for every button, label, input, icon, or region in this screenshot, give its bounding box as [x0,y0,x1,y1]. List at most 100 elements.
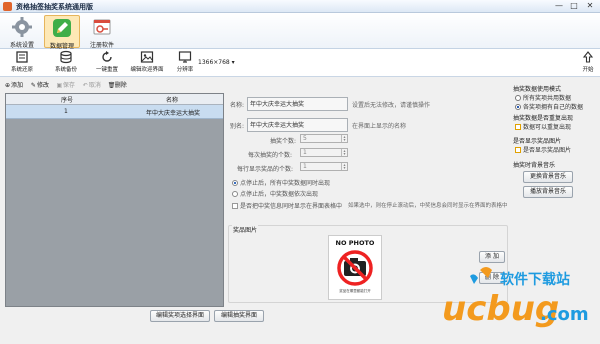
edit-welcome-button[interactable]: 编辑欢迎界面 [127,50,167,76]
add-icon: ⊕ [4,82,11,89]
show-in-table-checkbox[interactable]: 是否把中奖信息同时显示在界面表格中 [232,201,342,210]
app-icon [3,2,12,11]
each-draw-stepper[interactable]: 1 ▴ ▾ [300,148,348,157]
radio-label: 点停止后，所有中奖数据同时出现 [240,180,331,187]
toolbar: 系统还原 系统备份 一键重置 编辑欢迎界面 分辨率 1366×768 ▾ 开始 [0,49,600,77]
button-label: 开始 [582,67,594,73]
restore-icon [15,50,29,64]
radio-all-at-once[interactable]: 点停止后，所有中奖数据同时出现 [232,178,330,187]
close-button[interactable]: ✕ [583,1,597,11]
alias-hint: 在界面上显示的名称 [352,123,407,130]
stepper-arrows-icon: ▴ ▾ [341,149,347,156]
edit-action[interactable]: ✎修改 [30,80,49,89]
edit-draw-screen-button[interactable]: 编辑抽奖界面 [214,310,264,322]
delete-label: 删除 [114,82,127,89]
add-action[interactable]: ⊕添加 [4,80,23,89]
system-backup-button[interactable]: 系统备份 [48,50,84,76]
save-icon: ▣ [56,82,63,89]
stepper-arrows-icon: ▴ ▾ [341,135,347,142]
button-label: 系统备份 [54,67,77,73]
resolution-select[interactable]: 1366×768 ▾ [198,59,235,66]
tab-data-management[interactable]: 数据管理 [44,15,80,50]
each-draw-label: 每次抽奖的个数: [248,152,293,159]
cancel-action[interactable]: ↶取消 [82,80,101,89]
display-each-stepper[interactable]: 1 ▴ ▾ [300,162,348,171]
action-bar: ⊕添加 ✎修改 ▣保存 ↶取消 🗑删除 [4,80,132,90]
music-title: 抽奖时背景音乐 [513,162,556,169]
checkbox-box [232,203,238,209]
pencil-icon [51,17,73,39]
edit-icon: ✎ [30,82,36,89]
column-header-name[interactable]: 名称 [166,95,178,104]
alias-label: 别名: [230,123,245,130]
change-music-button[interactable]: 更换背景音乐 [523,171,573,183]
ucbug-watermark: ucbug .com 软件下载站 [430,262,600,342]
play-music-button[interactable]: 播放背景音乐 [523,186,573,198]
undo-icon: ↶ [82,82,88,89]
tab-label: 系统设置 [9,42,34,49]
resolution-button[interactable]: 分辨率 [172,50,198,76]
brand-tld: .com [540,304,589,325]
prize-photo[interactable]: NO PHOTO 奖品在哪里都能打开 [328,235,382,300]
minimize-button[interactable]: — [552,1,566,11]
checkbox-box [515,124,521,130]
radio-dot [232,180,238,186]
radio-dot [232,191,238,197]
mode-title: 抽奖数据使用模式 [513,86,562,93]
radio-one-by-one[interactable]: 点停止后，中奖数据依次出现 [232,189,318,198]
name-label: 名称: [230,102,245,109]
cell-index: 1 [64,108,68,115]
show-photo-checkbox[interactable]: 是否显示奖品图片 [515,145,571,154]
stepper-value: 5 [303,135,307,142]
cell-name: 年中大庆幸运大抽奖 [146,110,201,117]
ribbon: 系统设置 数据管理 注册软件 [0,13,600,50]
repeat-title: 抽奖数据是否重复出现 [513,115,574,122]
cancel-label: 取消 [88,82,101,89]
button-label: 编辑欢迎界面 [130,67,164,73]
tab-label: 注册软件 [89,42,114,49]
system-restore-button[interactable]: 系统还原 [4,50,40,76]
group-legend: 奖品图片 [232,225,259,234]
save-label: 保存 [62,82,75,89]
table-header: 序号 名称 [6,94,223,105]
maximize-button[interactable]: □ [567,1,581,11]
image-icon [140,50,154,64]
add-label: 添加 [11,82,24,89]
tab-system-settings[interactable]: 系统设置 [4,15,40,49]
column-header-index[interactable]: 序号 [61,95,73,104]
stepper-arrows-icon: ▴ ▾ [341,163,347,170]
repeat-checkbox[interactable]: 数据可以重复出现 [515,122,571,131]
delete-action[interactable]: 🗑删除 [108,80,127,89]
button-label: 系统还原 [10,67,33,73]
alias-field[interactable]: 年中大庆幸运大抽奖 [247,118,348,132]
radio-label: 各奖项拥有自己的数据 [523,104,584,111]
name-field[interactable]: 年中大庆幸运大抽奖 [247,97,348,111]
radio-dot [515,104,521,110]
one-click-reset-button[interactable]: 一键重置 [89,50,125,76]
stepper-value: 1 [303,149,307,156]
mode-own-radio[interactable]: 各奖项拥有自己的数据 [515,102,583,111]
table-row[interactable]: 1 年中大庆幸运大抽奖 [6,105,223,119]
gear-icon [11,16,33,38]
refresh-icon [100,50,114,64]
photo-caption: 奖品在哪里都能打开 [339,289,371,293]
checkbox-label: 数据可以重复出现 [523,124,572,131]
monitor-icon [178,50,192,64]
button-label: 一键重置 [95,67,118,73]
edit-label: 修改 [36,82,49,89]
prize-table[interactable]: 序号 名称 1 年中大庆幸运大抽奖 [5,93,224,307]
resolution-value: 1366×768 [198,59,230,66]
save-action[interactable]: ▣保存 [56,80,75,89]
start-button[interactable]: 开始 [578,50,598,76]
draw-count-label: 抽奖个数: [270,138,297,145]
edit-select-screen-button[interactable]: 编辑奖项选择界面 [150,310,210,322]
stepper-value: 1 [303,163,307,170]
draw-count-stepper[interactable]: 5 ▴ ▾ [300,134,348,143]
mode-shared-radio[interactable]: 所有奖项共用数据 [515,93,571,102]
tab-register[interactable]: 注册软件 [84,15,120,49]
button-label: 分辨率 [176,67,194,73]
checkbox-hint: 如果选中，则在停止滚动后，中奖信息会同时显示在界面的表格中 [348,203,508,209]
checkbox-label: 是否把中奖信息同时显示在界面表格中 [240,203,343,210]
title-bar: 资格抽签抽奖系统通用版 — □ ✕ [0,0,600,13]
checkbox-label: 是否显示奖品图片 [523,147,572,154]
